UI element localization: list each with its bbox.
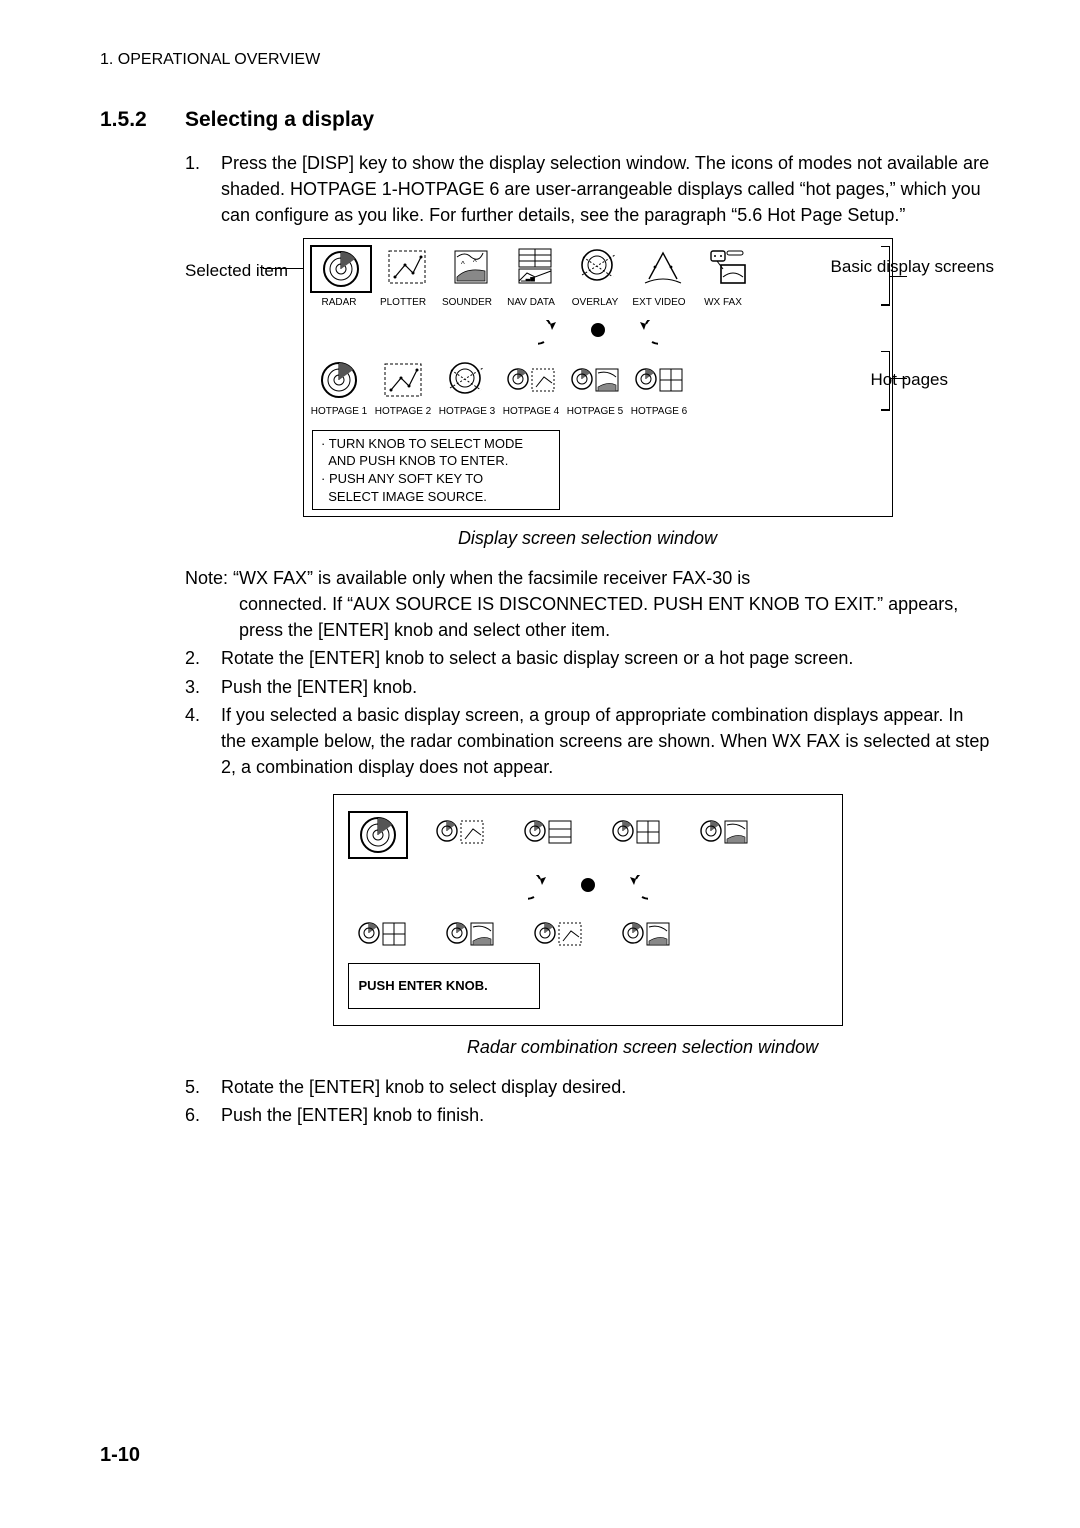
fig1-hotlabel: HOTPAGE 5 [566,405,624,420]
mode-plotter[interactable] [378,245,436,289]
combo-radar-sounder[interactable] [690,811,760,855]
fig1-toplabel: EXT VIDEO [630,296,688,311]
radar-combo-window: PUSH ENTER KNOB. [333,794,843,1026]
fig1-hotlabel: HOTPAGE 4 [502,405,560,420]
hotpage-4[interactable] [502,358,560,402]
mode-radar[interactable] [310,245,372,293]
combo-8[interactable] [612,913,682,957]
step-4: 4.If you selected a basic display screen… [185,702,990,780]
fig1-hint: · TURN KNOB TO SELECT MODE AND PUSH KNOB… [312,430,560,510]
combo-radar-nav[interactable] [514,811,584,855]
fig1-hotlabel: HOTPAGE 6 [630,405,688,420]
push-icon [578,875,598,895]
fig1-toplabel: SOUNDER [438,296,496,311]
combo-radar-full[interactable] [348,811,408,859]
hotpage-3[interactable] [438,358,496,402]
mode-overlay[interactable] [570,245,628,289]
callout-line [263,268,303,270]
fig1-hotlabel: HOTPAGE 1 [310,405,368,420]
step-3: 3.Push the [ENTER] knob. [185,674,990,700]
hotpage-6[interactable] [630,358,688,402]
rotate-left-icon [538,320,566,348]
mode-nav-data[interactable] [506,245,564,289]
fig1-caption: Display screen selection window [185,525,990,551]
page-number: 1-10 [100,1441,140,1470]
fig2-caption: Radar combination screen selection windo… [295,1034,990,1060]
fig1-hotlabel: HOTPAGE 2 [374,405,432,420]
combo-radar-plotter[interactable] [426,811,496,855]
chapter-header: 1. OPERATIONAL OVERVIEW [100,48,990,71]
mode-sounder[interactable] [442,245,500,289]
fig1-toplabel: OVERLAY [566,296,624,311]
rotate-right-icon [630,320,658,348]
hotpage-1[interactable] [310,358,368,402]
fig1-toplabel: WX FAX [694,296,752,311]
step-1: 1. Press the [DISP] key to show the disp… [185,150,990,228]
push-icon [588,320,608,340]
fig1-hotlabel: HOTPAGE 3 [438,405,496,420]
fig1-toplabel: PLOTTER [374,296,432,311]
fig1-toplabel: NAV DATA [502,296,560,311]
section-title: Selecting a display [185,105,374,135]
hotpage-2[interactable] [374,358,432,402]
step-1-text: Press the [DISP] key to show the display… [221,153,989,225]
step-5: 5.Rotate the [ENTER] knob to select disp… [185,1074,990,1100]
knob-indicator [310,320,886,348]
combo-7[interactable] [524,913,594,957]
combo-6[interactable] [436,913,506,957]
mode-wx-fax[interactable] [698,245,756,289]
knob-indicator [348,875,828,903]
rotate-right-icon [620,875,648,903]
section-number: 1.5.2 [100,105,185,135]
combo-5[interactable] [348,913,418,957]
hotpage-5[interactable] [566,358,624,402]
note: Note: “WX FAX” is available only when th… [185,565,990,643]
fig2-hint: PUSH ENTER KNOB. [348,963,540,1009]
mode-ext-video[interactable] [634,245,692,289]
step-2: 2.Rotate the [ENTER] knob to select a ba… [185,645,990,671]
step-6: 6.Push the [ENTER] knob to finish. [185,1102,990,1128]
fig1-label-selected: Selected item [185,260,288,282]
display-selection-window: RADAR PLOTTER SOUNDER NAV DATA OVERLAY E… [303,238,893,517]
rotate-left-icon [528,875,556,903]
combo-radar-grid[interactable] [602,811,672,855]
fig1-toplabel: RADAR [310,296,368,311]
